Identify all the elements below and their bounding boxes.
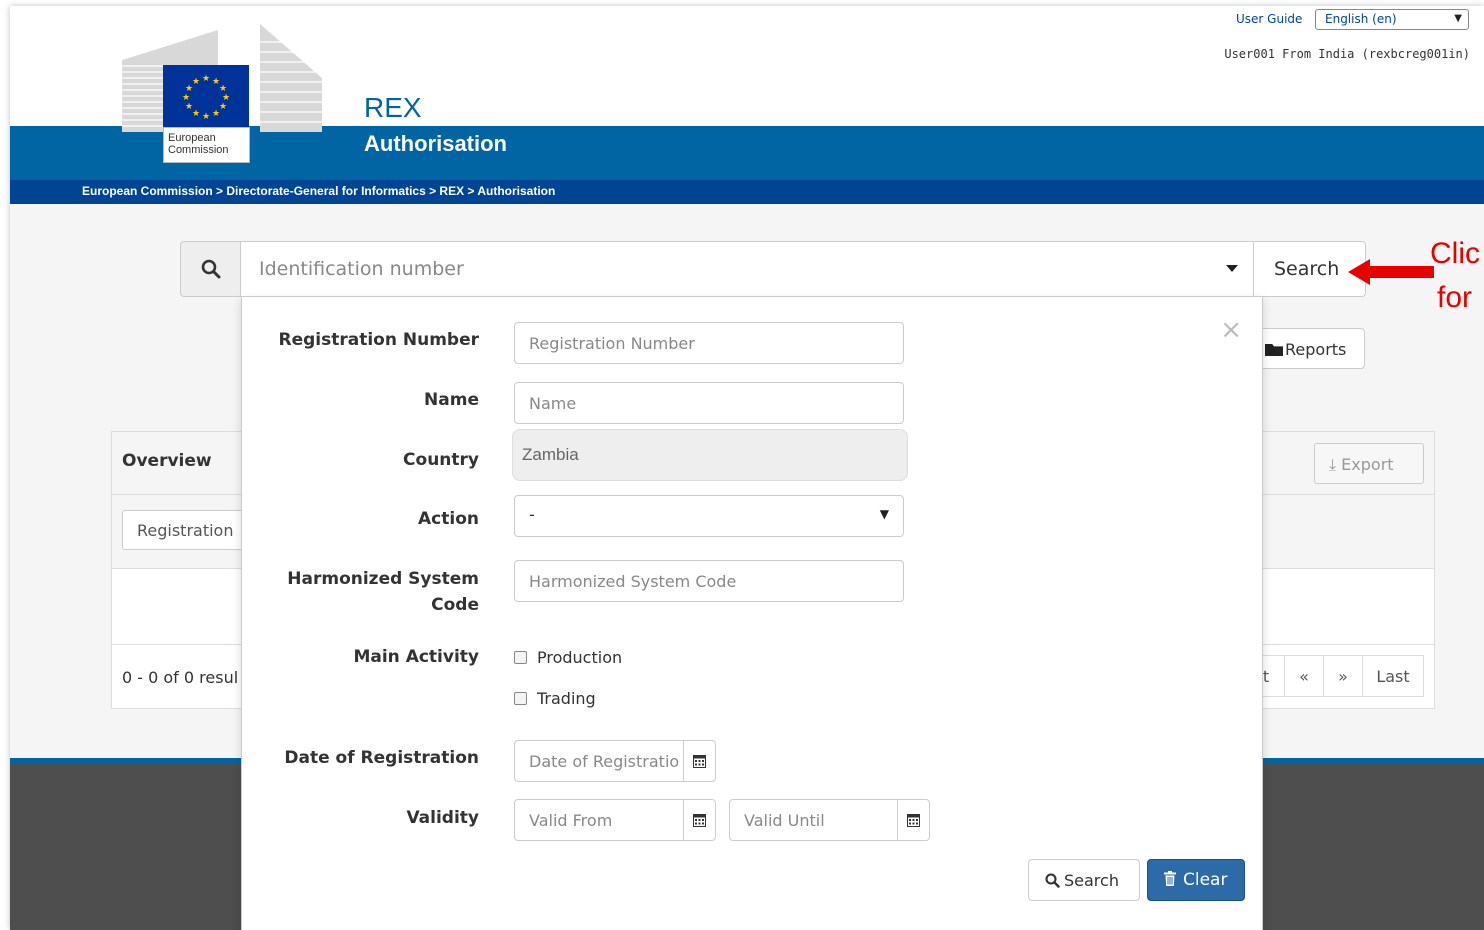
svg-text:★: ★ (182, 93, 190, 103)
production-option[interactable]: Production (514, 648, 622, 672)
hs-code-input[interactable] (514, 560, 904, 602)
logo-caption: European Commission (163, 127, 250, 163)
main-activity-label: Main Activity (353, 647, 479, 667)
breadcrumb[interactable]: European Commission > Directorate-Genera… (82, 184, 555, 198)
site-subtitle: Authorisation (364, 131, 507, 156)
valid-until-input[interactable] (730, 800, 897, 840)
pager-last[interactable]: Last (1362, 655, 1424, 697)
svg-text:★: ★ (192, 109, 200, 119)
language-select[interactable]: English (en) ▼ (1315, 9, 1469, 30)
calendar-icon[interactable] (897, 800, 929, 840)
user-info: User001 From India (rexbcreg001in) (1224, 47, 1470, 61)
search-icon (1045, 873, 1060, 888)
name-label: Name (424, 390, 479, 410)
site-title: REX (364, 92, 422, 123)
trading-label: Trading (537, 689, 596, 708)
overview-title: Overview (122, 451, 212, 471)
identification-number-input[interactable] (240, 241, 1254, 297)
action-select[interactable]: - ▼ (514, 495, 904, 537)
user-guide-link[interactable]: User Guide (1236, 12, 1302, 26)
annotation-line2: for (1437, 281, 1473, 314)
svg-text:★: ★ (202, 74, 210, 84)
folder-icon (1265, 344, 1283, 356)
reports-button[interactable]: Reports (1250, 328, 1365, 369)
clear-button[interactable]: Clear (1147, 859, 1245, 901)
search-icon (201, 259, 221, 279)
export-button[interactable]: ⤓ Export (1314, 443, 1424, 484)
validity-label: Validity (406, 808, 479, 828)
annotation-arrow (1348, 259, 1434, 285)
advanced-search-label: Search (1064, 871, 1119, 890)
pager-forward[interactable]: » (1323, 655, 1363, 697)
country-field[interactable]: Zambia (512, 429, 908, 481)
trash-icon (1164, 871, 1176, 886)
svg-text:★: ★ (212, 109, 220, 119)
country-label: Country (403, 450, 479, 470)
pager-previous[interactable]: « (1284, 655, 1324, 697)
annotation-line1: Clic (1430, 237, 1480, 270)
hs-code-label: Harmonized System Code (287, 569, 479, 615)
advanced-search-button[interactable]: Search (1028, 859, 1140, 901)
reports-label: Reports (1285, 340, 1347, 359)
svg-text:★: ★ (219, 102, 227, 112)
registration-number-label: Registration Number (278, 330, 480, 350)
action-value: - (529, 505, 535, 524)
export-label: Export (1341, 455, 1394, 474)
production-label: Production (537, 648, 623, 667)
name-input[interactable] (514, 382, 904, 424)
valid-from-input[interactable] (515, 800, 683, 840)
production-checkbox[interactable] (514, 651, 527, 664)
annotation-text: Clic for (1430, 232, 1484, 320)
svg-text:★: ★ (202, 112, 210, 122)
pagination: t « » Last (1247, 655, 1424, 697)
export-icon: ⤓ (1329, 455, 1337, 474)
trading-option[interactable]: Trading (514, 689, 596, 713)
chevron-down-icon: ▼ (1454, 13, 1462, 24)
clear-label: Clear (1183, 870, 1228, 890)
svg-text:★: ★ (185, 102, 193, 112)
page: European Commission > Directorate-Genera… (10, 6, 1484, 930)
trading-checkbox[interactable] (514, 692, 527, 705)
close-icon[interactable]: × (1220, 317, 1242, 343)
date-of-registration-label: Date of Registration (284, 748, 479, 768)
advanced-search-panel: × Registration Number Name Country Zambi… (241, 296, 1263, 930)
date-of-registration-input[interactable] (515, 741, 683, 781)
results-count: 0 - 0 of 0 resul (122, 668, 239, 687)
caret-down-icon[interactable] (1226, 265, 1238, 272)
date-of-registration-field (514, 740, 716, 782)
calendar-icon[interactable] (683, 741, 715, 781)
calendar-icon[interactable] (683, 800, 715, 840)
registration-number-input[interactable] (514, 322, 904, 364)
valid-until-field (729, 799, 930, 841)
chevron-down-icon: ▼ (879, 507, 889, 521)
language-value: English (en) (1325, 12, 1397, 26)
action-label: Action (418, 509, 479, 529)
svg-text:★: ★ (192, 77, 200, 87)
search-icon-addon (180, 241, 241, 297)
valid-from-field (514, 799, 716, 841)
search-bar: Search (180, 241, 1366, 297)
